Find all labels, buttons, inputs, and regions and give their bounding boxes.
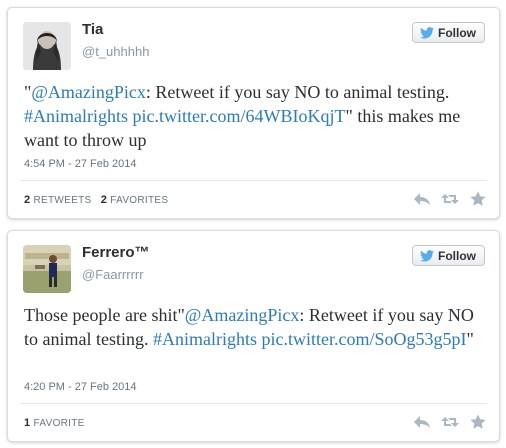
tweet-card: Ferrero™ @Faarrrrrr Follow Those people … bbox=[7, 230, 500, 442]
avatar[interactable] bbox=[23, 245, 71, 293]
timestamp[interactable]: 4:20 PM - 27 Feb 2014 bbox=[24, 381, 137, 393]
divider bbox=[20, 403, 487, 404]
twitter-bird-icon bbox=[420, 26, 434, 39]
tweet-text: "@AmazingPicx: Retweet if you say NO to … bbox=[24, 80, 485, 152]
tweet-text: Those people are shit"@AmazingPicx: Retw… bbox=[24, 303, 485, 351]
retweet-icon[interactable] bbox=[441, 191, 459, 207]
tweet-stats: 1 FAVORITE bbox=[24, 417, 85, 429]
tweet-stats: 2 RETWEETS 2 FAVORITES bbox=[24, 194, 168, 206]
divider bbox=[20, 180, 487, 181]
mention-link[interactable]: @AmazingPicx bbox=[31, 82, 146, 102]
follow-button[interactable]: Follow bbox=[412, 245, 485, 266]
tweet-text-fragment: " bbox=[466, 329, 474, 349]
hashtag-link[interactable]: #Animalrights bbox=[24, 106, 128, 126]
display-name[interactable]: Ferrero™ bbox=[82, 244, 150, 261]
hashtag-link[interactable]: #Animalrights bbox=[153, 329, 257, 349]
favorite-count-stat[interactable]: 1 FAVORITE bbox=[24, 417, 85, 429]
tweet-card: Tia @t_uhhhhh Follow "@AmazingPicx: Retw… bbox=[7, 7, 500, 219]
tweet-text-fragment: : Retweet if you say NO to animal testin… bbox=[145, 82, 450, 102]
username[interactable]: @t_uhhhhh bbox=[82, 44, 149, 59]
display-name[interactable]: Tia bbox=[82, 21, 103, 38]
favorite-count-stat[interactable]: 2 FAVORITES bbox=[101, 194, 169, 206]
mention-link[interactable]: @AmazingPicx bbox=[185, 305, 300, 325]
timestamp[interactable]: 4:54 PM - 27 Feb 2014 bbox=[24, 158, 137, 170]
follow-label: Follow bbox=[438, 248, 476, 263]
star-icon[interactable] bbox=[469, 191, 487, 207]
reply-icon[interactable] bbox=[413, 414, 431, 430]
media-link[interactable]: pic.twitter.com/SoOg53g5pI bbox=[261, 329, 466, 349]
tweet-actions bbox=[413, 414, 487, 430]
follow-button[interactable]: Follow bbox=[412, 22, 485, 43]
star-icon[interactable] bbox=[469, 414, 487, 430]
username[interactable]: @Faarrrrrr bbox=[82, 267, 144, 282]
follow-label: Follow bbox=[438, 25, 476, 40]
tweet-actions bbox=[413, 191, 487, 207]
avatar[interactable] bbox=[23, 22, 71, 70]
retweet-icon[interactable] bbox=[441, 414, 459, 430]
media-link[interactable]: pic.twitter.com/64WBIoKqjT bbox=[133, 106, 346, 126]
twitter-bird-icon bbox=[420, 249, 434, 262]
retweet-count-stat[interactable]: 2 RETWEETS bbox=[24, 194, 91, 206]
reply-icon[interactable] bbox=[413, 191, 431, 207]
tweet-text-fragment: Those people are shit" bbox=[24, 305, 185, 325]
